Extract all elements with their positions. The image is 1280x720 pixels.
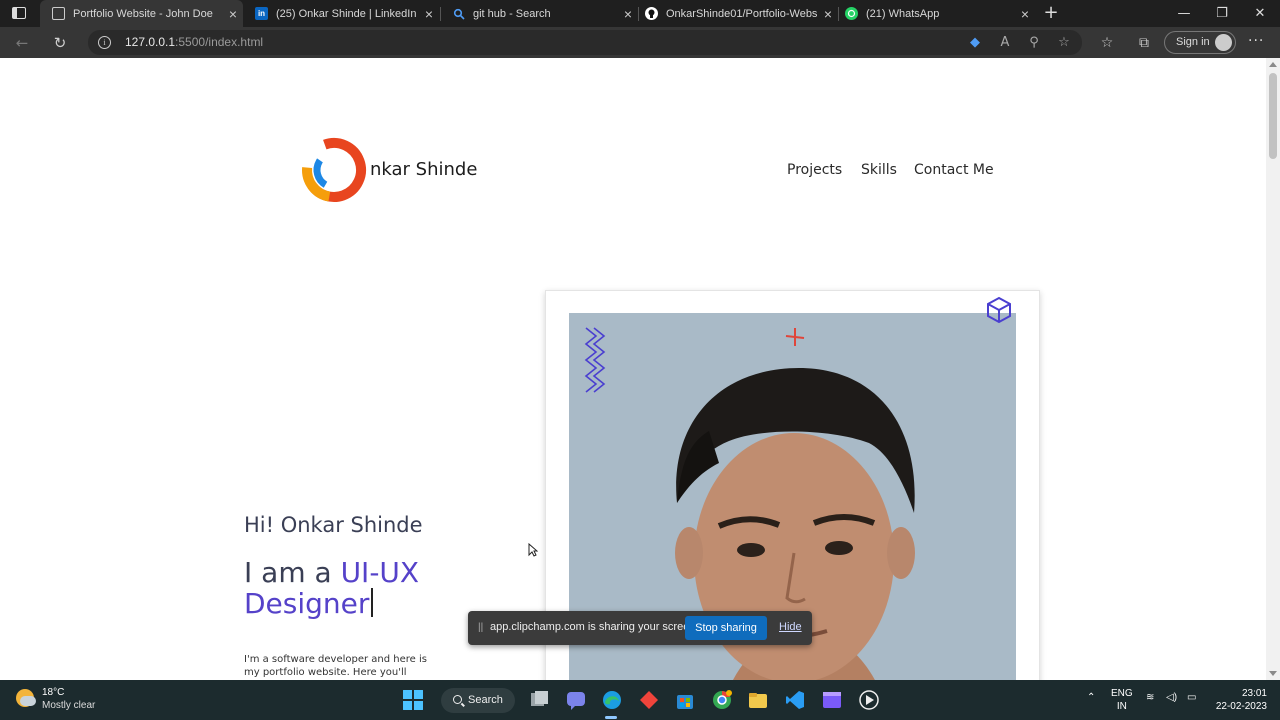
clock[interactable]: 23:01 22-02-2023: [1213, 687, 1267, 713]
screen-share-bar: || app.clipchamp.com is sharing your scr…: [468, 611, 812, 645]
edge-browser-icon[interactable]: [601, 689, 623, 711]
back-icon[interactable]: ←: [11, 33, 33, 53]
vertical-scrollbar[interactable]: [1266, 58, 1280, 680]
drag-handle[interactable]: ||: [478, 622, 483, 633]
close-window-icon[interactable]: ✕: [1241, 0, 1279, 27]
tab-title: git hub - Search: [473, 7, 551, 20]
greeting: Hi! Onkar Shinde: [244, 513, 423, 537]
restore-icon[interactable]: ❐: [1203, 0, 1241, 27]
minimize-icon[interactable]: —: [1165, 0, 1203, 27]
microsoft-store-icon[interactable]: [674, 689, 696, 711]
active-app-indicator: [605, 716, 617, 719]
brand-name: nkar Shinde: [370, 159, 478, 180]
start-icon[interactable]: [402, 689, 424, 711]
intro-text: I'm a software developer and here is my …: [244, 654, 427, 678]
collections-icon[interactable]: ⧉: [1134, 33, 1154, 53]
more-options-icon[interactable]: ···: [1248, 33, 1264, 49]
nav-skills-link[interactable]: Skills: [861, 162, 897, 178]
favorites-icon[interactable]: ☆: [1097, 33, 1117, 53]
shopping-tag-icon[interactable]: ◆: [966, 34, 984, 52]
scroll-up-icon[interactable]: [1269, 62, 1277, 67]
search-icon: [453, 695, 462, 704]
battery-icon[interactable]: ▭: [1187, 692, 1196, 703]
tab-strip: Portfolio Website - John Doe × in (25) O…: [0, 0, 1280, 27]
clock-date: 22-02-2023: [1215, 701, 1267, 712]
weather-condition[interactable]: Mostly clear: [42, 700, 95, 711]
close-tab-icon[interactable]: ×: [223, 6, 243, 22]
tab-title: OnkarShinde01/Portfolio-Websit: [666, 7, 818, 20]
plus-decoration-icon: [785, 328, 805, 346]
language-code: ENG: [1111, 688, 1133, 699]
share-message: app.clipchamp.com is sharing your screen…: [490, 621, 699, 633]
tab-whatsapp[interactable]: (21) WhatsApp ×: [833, 0, 1035, 27]
weather-icon[interactable]: [16, 689, 36, 707]
language-indicator[interactable]: ENG IN: [1111, 687, 1133, 713]
whatsapp-icon: [845, 7, 858, 20]
taskbar-search-label: Search: [468, 694, 503, 706]
volume-icon[interactable]: ◁): [1166, 692, 1177, 703]
mouse-pointer-icon: [528, 543, 538, 557]
page-icon: [52, 7, 65, 20]
url-text: 127.0.0.1:5500/index.html: [125, 35, 263, 49]
headline-prefix: I am a: [244, 556, 332, 589]
tab-title: Portfolio Website - John Doe: [73, 7, 213, 20]
tab-github-search[interactable]: git hub - Search ×: [440, 0, 638, 27]
region-code: IN: [1116, 701, 1127, 712]
tab-title: (25) Onkar Shinde | LinkedIn: [276, 7, 417, 20]
taskbar: 18°C Mostly clear Search ⌃ ENG IN ≋ ◁) ▭…: [0, 680, 1280, 720]
cube-decoration-icon: [987, 296, 1011, 324]
hide-link[interactable]: Hide: [779, 621, 802, 633]
github-icon: [645, 7, 658, 20]
wifi-icon[interactable]: ≋: [1146, 692, 1154, 703]
url-host: 127.0.0.1: [125, 35, 176, 49]
zoom-icon[interactable]: ⚲: [1025, 34, 1043, 52]
logo-icon[interactable]: [300, 137, 367, 204]
clipchamp-icon[interactable]: [821, 689, 843, 711]
show-hidden-icons-icon[interactable]: ⌃: [1087, 692, 1095, 703]
page-viewport: nkar Shinde Projects Skills Contact Me H…: [0, 58, 1280, 680]
tab-title: (21) WhatsApp: [866, 7, 940, 20]
anydesk-icon[interactable]: [638, 689, 660, 711]
sign-in-button[interactable]: Sign in: [1164, 31, 1236, 54]
weather-temperature[interactable]: 18°C: [42, 687, 64, 698]
refresh-icon[interactable]: ↻: [49, 33, 71, 53]
tab-github-repo[interactable]: OnkarShinde01/Portfolio-Websit ×: [633, 0, 838, 27]
tab-actions-icon[interactable]: [12, 7, 26, 19]
file-explorer-icon[interactable]: [747, 689, 769, 711]
site-info-icon[interactable]: i: [98, 36, 111, 49]
vscode-icon[interactable]: [784, 689, 806, 711]
nav-projects-link[interactable]: Projects: [787, 162, 842, 178]
chrome-icon[interactable]: [711, 689, 733, 711]
read-aloud-icon[interactable]: A: [996, 34, 1014, 52]
avatar-icon: [1215, 34, 1232, 51]
media-player-icon[interactable]: [858, 689, 880, 711]
close-tab-icon[interactable]: ×: [419, 6, 439, 22]
clock-time: 23:01: [1241, 688, 1267, 699]
zigzag-decoration-icon: [584, 327, 606, 393]
typing-caret: [371, 588, 374, 617]
scroll-thumb[interactable]: [1269, 73, 1277, 159]
teams-chat-icon[interactable]: [565, 689, 587, 711]
address-bar[interactable]: i 127.0.0.1:5500/index.html ◆ A ⚲ ☆: [88, 30, 1082, 55]
toolbar: ← ↻ i 127.0.0.1:5500/index.html ◆ A ⚲ ☆ …: [0, 27, 1280, 58]
taskbar-search-button[interactable]: Search: [441, 688, 515, 713]
bing-search-icon: [452, 7, 465, 20]
close-tab-icon[interactable]: ×: [1015, 6, 1035, 22]
tab-portfolio[interactable]: Portfolio Website - John Doe ×: [40, 0, 243, 27]
hero-headline: I am a UI-UX Designer: [244, 558, 484, 619]
scroll-down-icon[interactable]: [1269, 671, 1277, 676]
stop-sharing-button[interactable]: Stop sharing: [685, 616, 767, 640]
task-view-icon[interactable]: [528, 689, 550, 711]
add-favorite-icon[interactable]: ☆: [1055, 34, 1073, 52]
url-path: :5500/index.html: [175, 35, 264, 49]
tab-linkedin[interactable]: in (25) Onkar Shinde | LinkedIn ×: [243, 0, 439, 27]
nav-contact-link[interactable]: Contact Me: [914, 162, 994, 178]
sign-in-label: Sign in: [1176, 36, 1210, 48]
new-tab-icon[interactable]: +: [1042, 3, 1060, 23]
linkedin-icon: in: [255, 7, 268, 20]
